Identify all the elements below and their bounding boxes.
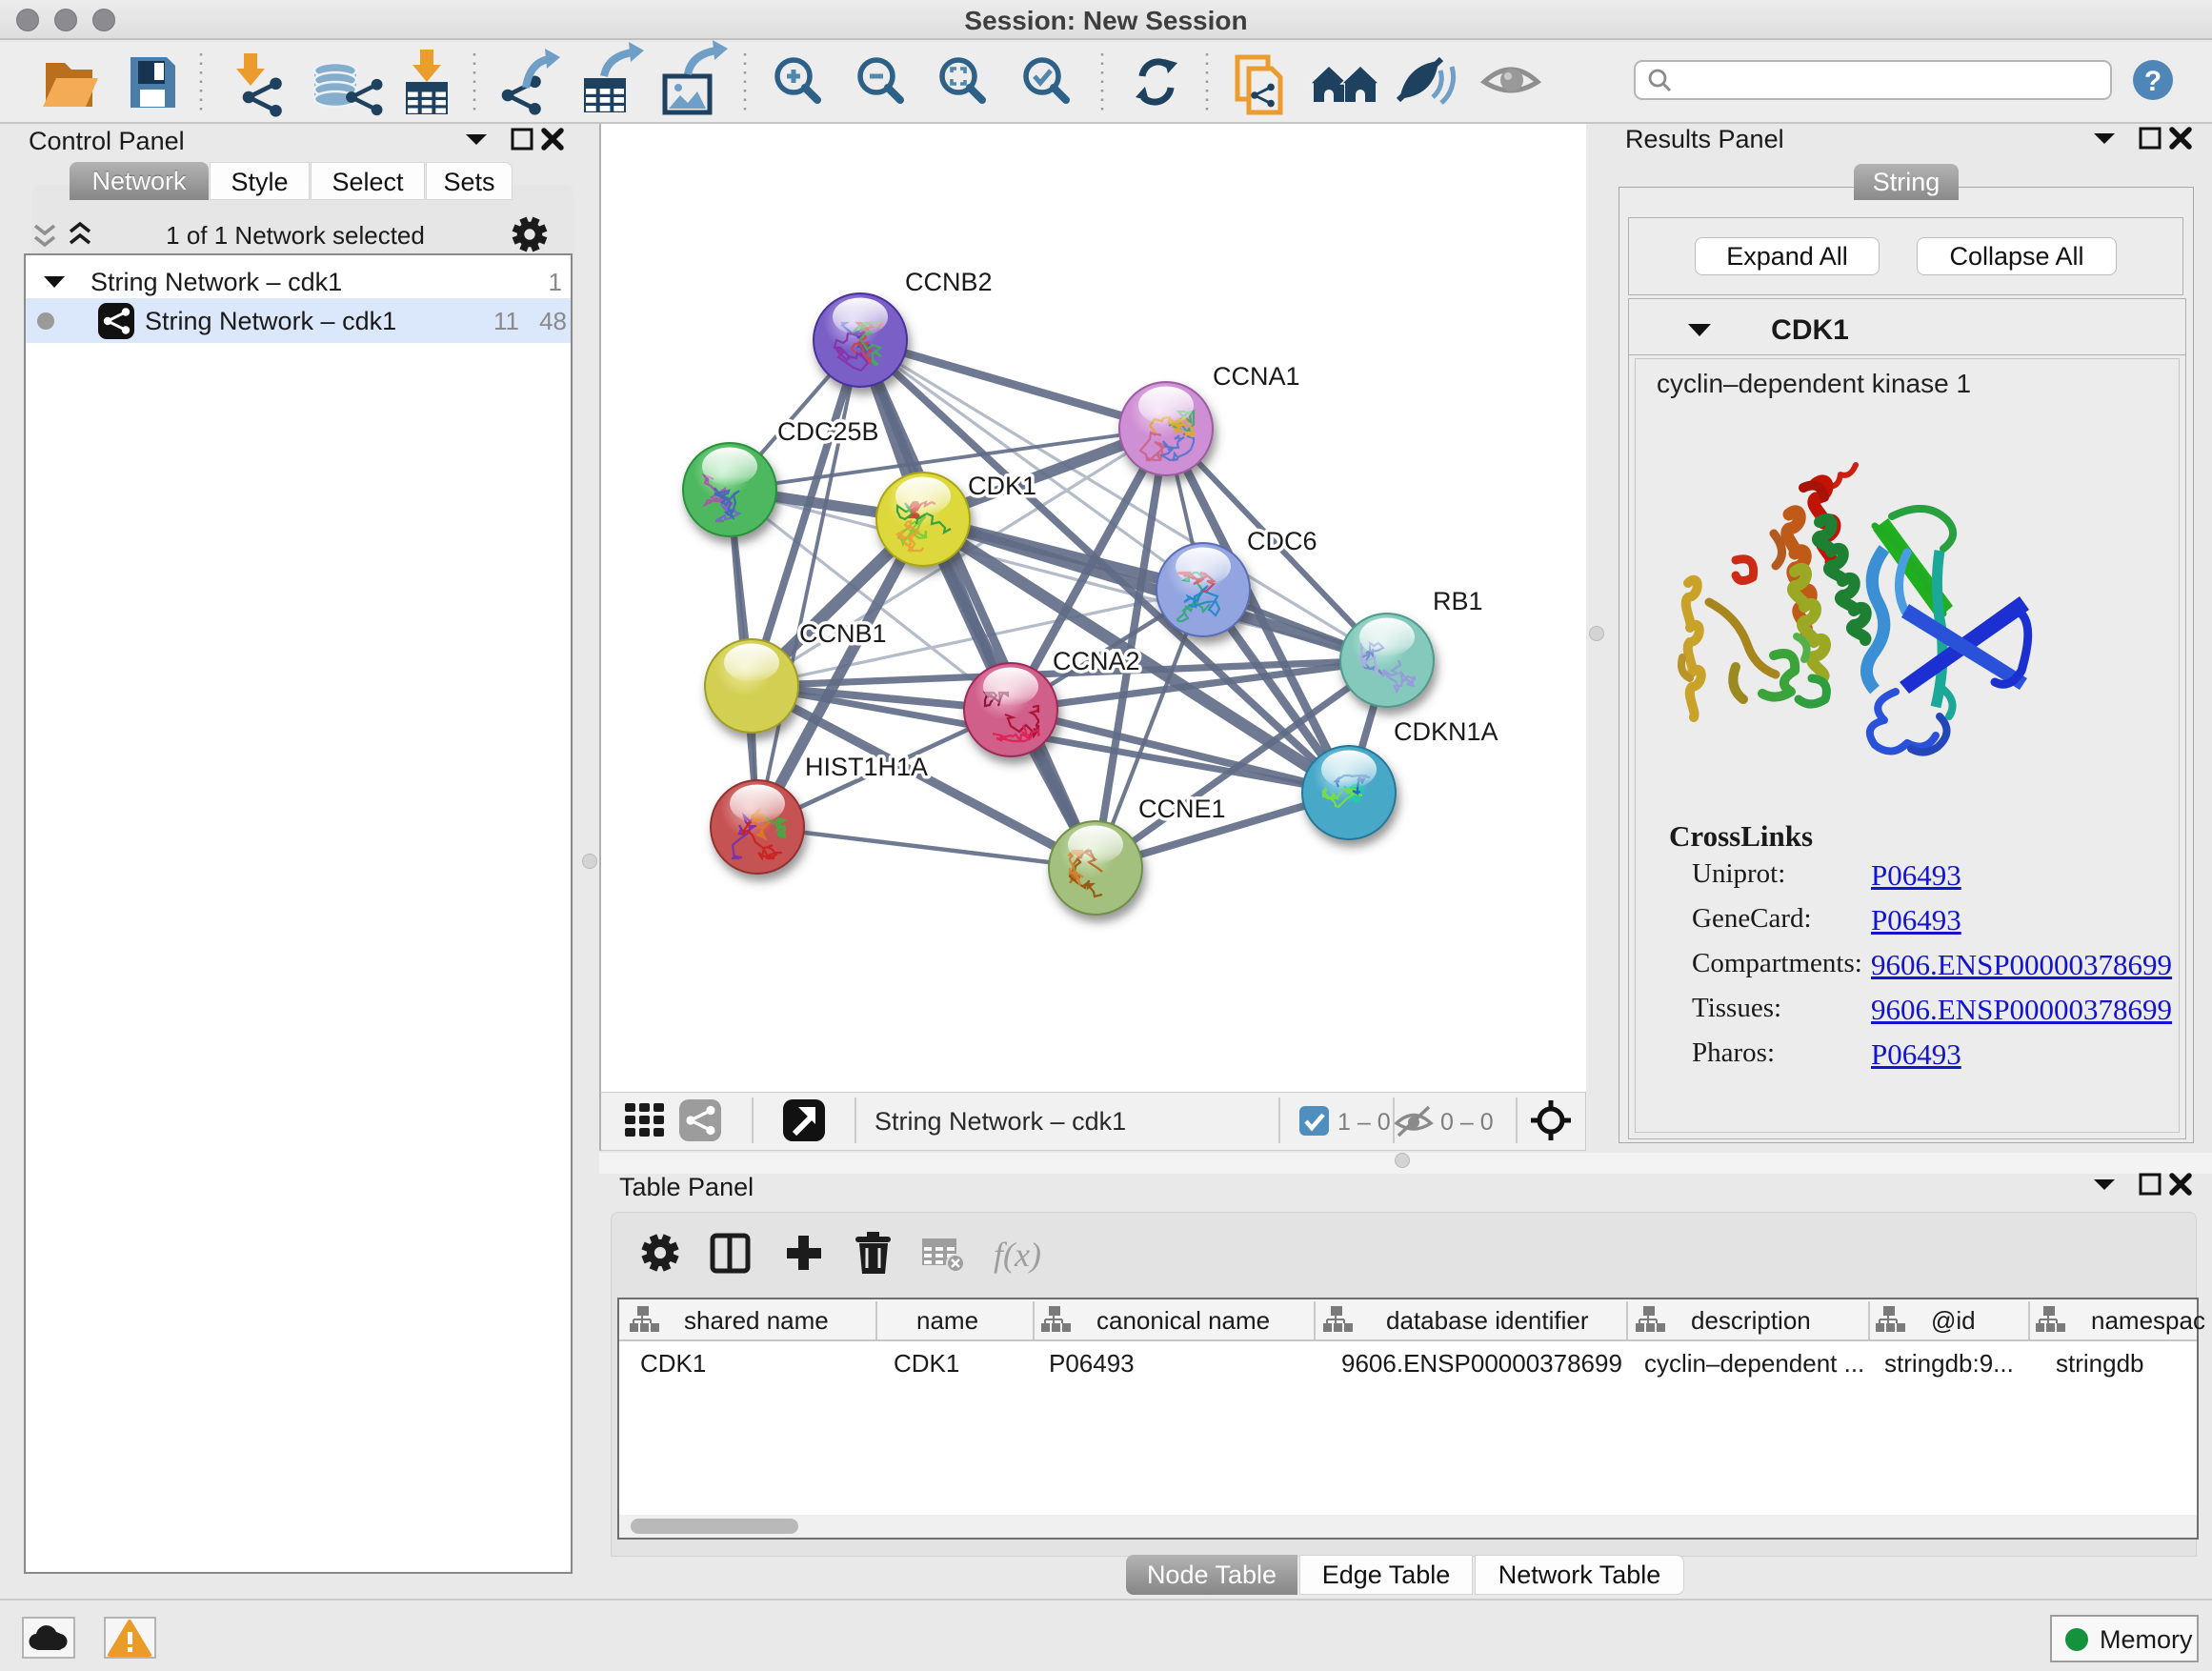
svg-text:CCNB2: CCNB2	[905, 268, 993, 296]
svg-text:CDK1: CDK1	[968, 472, 1036, 500]
svg-text:?: ?	[2144, 66, 2162, 97]
svg-text:RB1: RB1	[1433, 587, 1483, 615]
svg-text:CCNB1: CCNB1	[799, 619, 887, 648]
svg-text:CDC25B: CDC25B	[777, 417, 879, 446]
svg-text:HIST1H1A: HIST1H1A	[805, 753, 928, 781]
svg-text:CDKN1A: CDKN1A	[1394, 717, 1498, 746]
svg-text:CCNA1: CCNA1	[1213, 362, 1300, 391]
svg-text:CCNE1: CCNE1	[1138, 795, 1226, 823]
svg-text:CDC6: CDC6	[1247, 527, 1317, 555]
svg-text:CCNA2: CCNA2	[1053, 647, 1140, 675]
